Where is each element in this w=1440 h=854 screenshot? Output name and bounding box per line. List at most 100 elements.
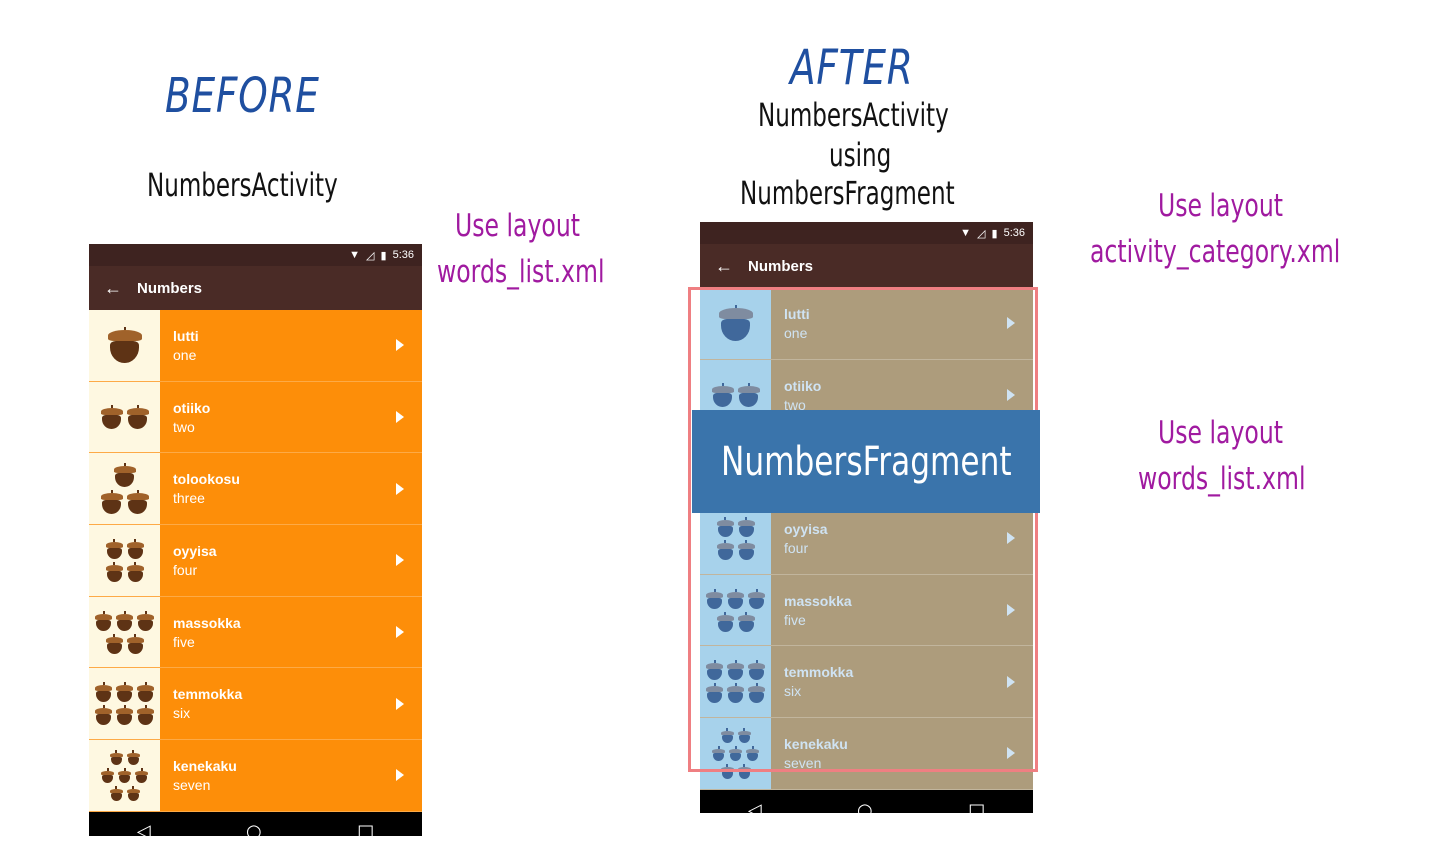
word-list-item[interactable]: massokka five	[89, 596, 422, 669]
play-icon[interactable]	[396, 554, 404, 567]
play-icon[interactable]	[396, 411, 404, 424]
english-word: six	[173, 705, 191, 722]
before-note-line2: words_list.xml	[437, 254, 605, 290]
word-list: lutti one otiiko two tolookosu three oyyisa fou…	[89, 310, 422, 812]
miwok-word: lutti	[173, 327, 199, 344]
acorn-icon	[126, 405, 149, 430]
app-bar-title: Numbers	[748, 257, 814, 275]
acorn-icon	[105, 561, 123, 582]
miwok-word: massokka	[173, 614, 241, 631]
word-list-item[interactable]: lutti one	[89, 310, 422, 382]
english-word: one	[173, 346, 197, 363]
back-arrow-icon[interactable]: ←	[89, 278, 137, 299]
word-list-item[interactable]: kenekaku seven	[89, 740, 422, 812]
app-bar: ← Numbers	[89, 266, 422, 310]
acorn-icon	[113, 463, 136, 488]
acorn-icon	[100, 490, 123, 515]
after-note-top-line2: activity_category.xml	[1090, 234, 1341, 270]
acorn-icon	[100, 405, 123, 430]
play-icon[interactable]	[396, 339, 404, 352]
after-note-top-line1: Use layout	[1158, 188, 1284, 224]
word-list-item[interactable]: otiiko two	[89, 381, 422, 454]
no-signal-icon: ◿	[366, 249, 375, 262]
after-caption-line2: using	[829, 136, 892, 174]
navigation-bar: ◁ ○ □	[89, 811, 422, 836]
english-word: two	[173, 418, 195, 435]
acorn-icon	[118, 767, 131, 783]
navigation-bar: ◁ ○ □	[700, 789, 1033, 813]
home-circle-icon[interactable]: ○	[246, 821, 262, 836]
status-bar: ▼ ◿ ▮ 5:36	[700, 222, 1033, 244]
english-word: seven	[173, 776, 211, 793]
miwok-word: tolookosu	[173, 471, 240, 488]
fragment-label-banner: NumbersFragment	[692, 410, 1040, 513]
after-note-bottom-line2: words_list.xml	[1138, 461, 1306, 497]
wifi-icon: ▼	[960, 227, 972, 239]
acorn-icon	[105, 538, 123, 559]
number-image	[89, 525, 160, 596]
back-triangle-icon[interactable]: ◁	[748, 800, 762, 813]
recents-square-icon[interactable]: □	[357, 821, 374, 836]
acorn-icon	[95, 705, 112, 726]
english-word: three	[173, 490, 205, 507]
acorn-icon	[137, 682, 154, 703]
acorn-icon	[126, 749, 140, 765]
wifi-icon: ▼	[349, 249, 361, 261]
acorn-icon	[107, 327, 142, 364]
back-arrow-icon[interactable]: ←	[700, 256, 748, 277]
play-icon[interactable]	[396, 626, 404, 639]
acorn-icon	[95, 682, 112, 703]
acorn-icon	[137, 705, 154, 726]
fragment-boundary-frame	[688, 287, 1038, 772]
no-signal-icon: ◿	[977, 227, 986, 240]
app-bar-title: Numbers	[137, 279, 203, 297]
miwok-word: otiiko	[173, 399, 211, 416]
acorn-icon	[135, 767, 148, 783]
after-caption-line3: NumbersFragment	[740, 174, 955, 212]
app-bar: ← Numbers	[700, 244, 1033, 288]
word-list-item[interactable]: tolookosu three	[89, 453, 422, 526]
number-image	[89, 310, 160, 381]
battery-icon: ▮	[380, 249, 387, 262]
acorn-icon	[116, 682, 133, 703]
acorn-icon	[105, 633, 123, 654]
number-image	[89, 381, 160, 453]
home-circle-icon[interactable]: ○	[857, 800, 873, 813]
acorn-icon	[126, 785, 140, 801]
acorn-icon	[109, 749, 123, 765]
acorn-icon	[126, 561, 144, 582]
play-icon[interactable]	[396, 482, 404, 495]
english-word: five	[173, 633, 195, 650]
acorn-icon	[126, 538, 144, 559]
status-time: 5:36	[1003, 227, 1025, 239]
status-bar: ▼ ◿ ▮ 5:36	[89, 244, 422, 266]
acorn-icon	[116, 610, 133, 631]
before-note-line1: Use layout	[455, 208, 581, 244]
play-icon[interactable]	[396, 769, 404, 782]
back-triangle-icon[interactable]: ◁	[137, 821, 151, 836]
word-list-item[interactable]: oyyisa four	[89, 525, 422, 597]
word-list-item[interactable]: temmokka six	[89, 668, 422, 741]
number-image	[89, 668, 160, 740]
recents-square-icon[interactable]: □	[968, 800, 985, 813]
before-caption: NumbersActivity	[147, 166, 338, 204]
acorn-icon	[116, 705, 133, 726]
after-note-bottom-line1: Use layout	[1158, 415, 1284, 451]
number-image	[89, 596, 160, 668]
miwok-word: kenekaku	[173, 757, 237, 774]
acorn-icon	[137, 610, 154, 631]
before-heading: BEFORE	[165, 68, 320, 124]
after-heading: AFTER	[790, 40, 914, 96]
play-icon[interactable]	[396, 697, 404, 710]
acorn-icon	[126, 490, 149, 515]
fragment-label-text: NumbersFragment	[720, 438, 1012, 485]
number-image	[89, 740, 160, 811]
english-word: four	[173, 561, 198, 578]
number-image	[89, 453, 160, 525]
miwok-word: temmokka	[173, 686, 243, 703]
acorn-icon	[126, 633, 144, 654]
acorn-icon	[101, 767, 114, 783]
acorn-icon	[109, 785, 123, 801]
battery-icon: ▮	[991, 227, 998, 240]
acorn-icon	[95, 610, 112, 631]
